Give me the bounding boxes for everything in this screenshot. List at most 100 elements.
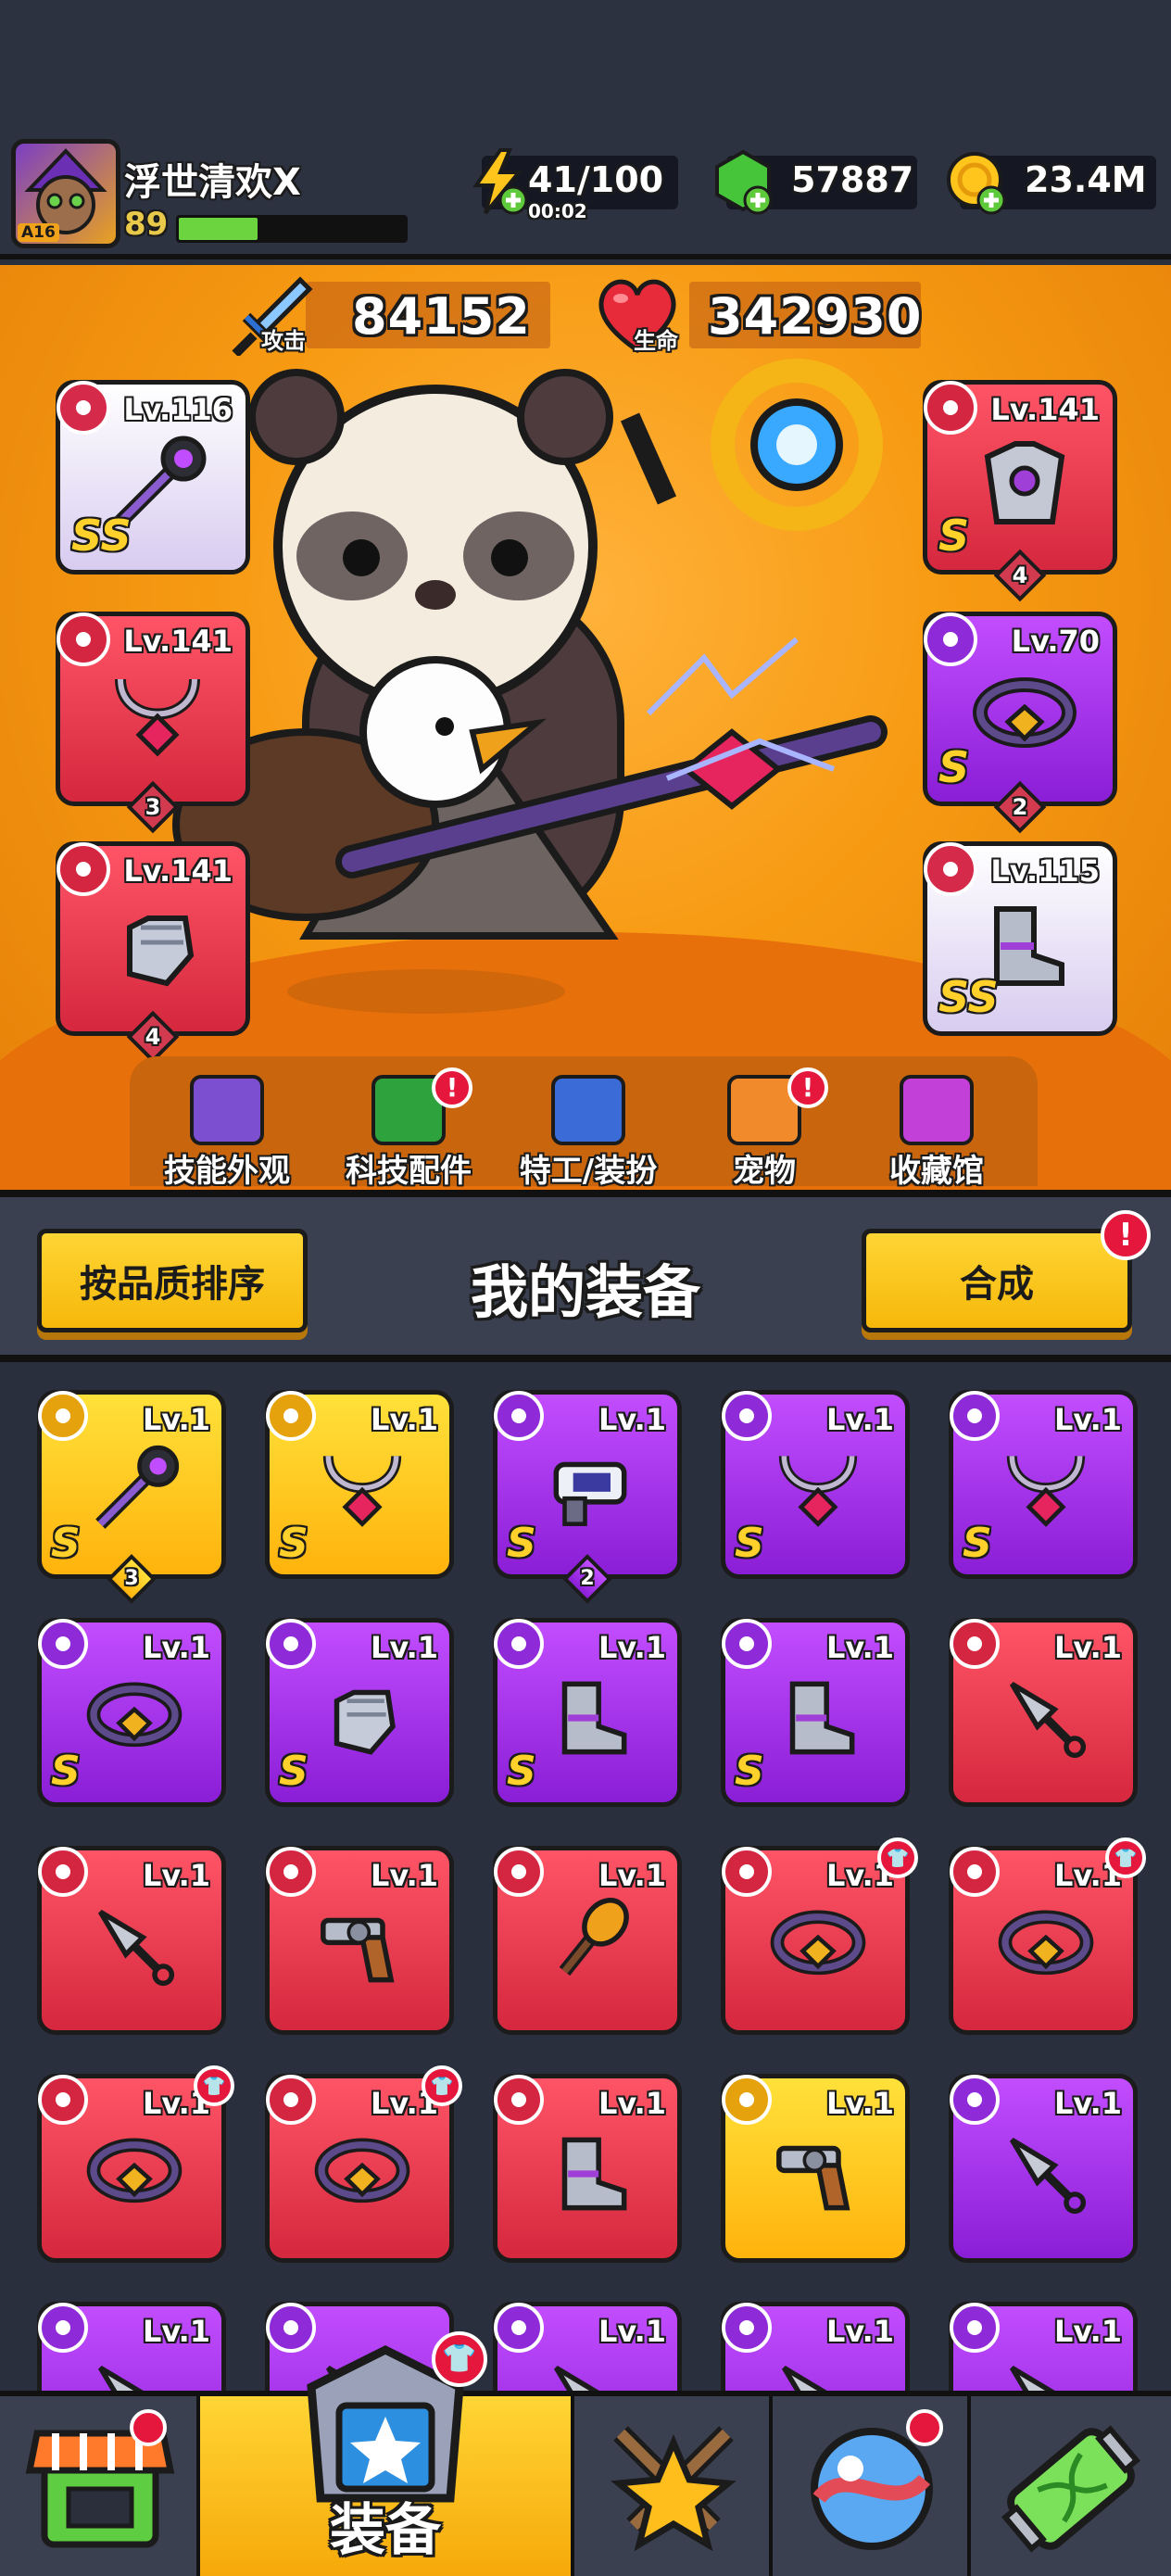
equipped-slot-necklace[interactable]: Lv.141 3 — [56, 612, 250, 834]
gold-coin-icon — [947, 152, 1006, 215]
slot-type-icon — [511, 1636, 526, 1651]
inventory-item[interactable]: Lv.1 S — [949, 1390, 1138, 1579]
nav-evolve[interactable] — [971, 2396, 1171, 2576]
inventory-item[interactable]: Lv.1 👕 — [265, 2065, 462, 2263]
slot-type-icon — [56, 1636, 70, 1651]
inventory-item[interactable]: Lv.1 — [37, 2302, 226, 2391]
gold-counter[interactable]: 23.4M — [947, 152, 1156, 215]
slot-type-icon — [943, 632, 958, 647]
belt-icon — [86, 2138, 183, 2203]
avatar-tag: A16 — [18, 223, 59, 242]
inventory-item[interactable]: Lv.1 👕 — [949, 1837, 1146, 2035]
slot-type-badge — [57, 842, 110, 896]
slot-type-icon — [511, 2092, 526, 2107]
item-level: Lv.1 — [825, 2086, 894, 2121]
item-grade: S — [735, 1748, 764, 1795]
submenu-item-4[interactable]: 收藏馆 — [849, 1075, 1025, 1190]
item-type-badge — [494, 1847, 544, 1897]
nav-world[interactable] — [773, 2396, 971, 2576]
collection-icon — [900, 1075, 974, 1145]
lightning-icon — [472, 148, 528, 215]
inventory-item[interactable]: Lv.1 — [265, 1846, 454, 2035]
item-type-badge — [722, 2303, 772, 2353]
item-type-badge — [950, 2075, 1000, 2125]
item-picture — [307, 1439, 418, 1541]
slot-type-icon — [967, 1636, 982, 1651]
glove-icon — [127, 915, 195, 987]
nav-battle[interactable] — [574, 2396, 773, 2576]
submenu-item-2[interactable]: 特工/装扮 — [500, 1075, 676, 1190]
equipment-header: 按品质排序 我的装备 合成 ! — [0, 1190, 1171, 1362]
equipped-slot-belt[interactable]: Lv.70 S 2 — [923, 612, 1117, 834]
inventory-item[interactable]: Lv.1 — [949, 1618, 1138, 1807]
inventory-item[interactable]: Lv.1 👕 — [721, 1837, 918, 2035]
item-type-badge — [38, 1619, 88, 1669]
revolver-icon — [321, 1917, 395, 1983]
item-level: Lv.1 — [598, 1402, 666, 1437]
energy-counter[interactable]: 41/100 00:02 — [472, 148, 678, 222]
inventory-item[interactable]: Lv.1 S — [265, 1390, 454, 1579]
gold-value: 23.4M — [1025, 159, 1147, 200]
slot-type-badge — [924, 381, 977, 435]
necklace-icon — [778, 1455, 858, 1527]
item-picture — [990, 1439, 1102, 1541]
inventory-item[interactable]: Lv.1 S 2 — [493, 1390, 682, 1604]
avatar[interactable]: A16 — [11, 139, 120, 248]
nav-equipment[interactable]: 👕 装备 — [200, 2331, 574, 2576]
wand-icon — [95, 1445, 180, 1529]
submenu-item-1[interactable]: 科技配件! — [321, 1067, 497, 1190]
player-level: 89 — [124, 206, 169, 243]
slot-level: Lv.70 — [1011, 624, 1100, 659]
slot-type-icon — [739, 2092, 754, 2107]
item-type-badge — [722, 1391, 772, 1441]
equipped-slot-gloves[interactable]: Lv.141 4 — [56, 841, 250, 1064]
gem-counter[interactable]: 57887 — [715, 149, 917, 215]
gem-value: 57887 — [791, 159, 914, 200]
nav-shop[interactable] — [0, 2396, 200, 2576]
inventory-item[interactable]: Lv.1 — [721, 2302, 910, 2391]
slot-type-icon — [511, 2320, 526, 2335]
item-picture — [307, 1667, 418, 1769]
equipped-slot-armor[interactable]: Lv.141 S 4 — [923, 380, 1117, 602]
inventory-item[interactable]: Lv.1 — [949, 2302, 1138, 2391]
merge-button[interactable]: 合成 — [862, 1229, 1132, 1332]
inventory-item[interactable]: Lv.1 — [721, 2074, 910, 2263]
item-picture — [535, 1667, 646, 1769]
slot-type-icon — [56, 2092, 70, 2107]
item-star-badge: 2 — [562, 1554, 612, 1604]
slot-type-icon — [739, 2320, 754, 2335]
slot-type-icon — [56, 1408, 70, 1423]
item-grade: S — [963, 1520, 992, 1567]
inventory-item[interactable]: Lv.1 — [493, 2302, 682, 2391]
equipped-slot-weapon[interactable]: Lv.116 SS — [56, 380, 250, 575]
item-picture — [535, 1439, 646, 1541]
agent-icon — [551, 1075, 625, 1145]
kunai-icon — [97, 2365, 144, 2391]
inventory-item[interactable]: Lv.1 — [493, 2074, 682, 2263]
inventory-item[interactable]: Lv.1 — [949, 2074, 1138, 2263]
inventory-item[interactable]: Lv.1 S — [721, 1618, 910, 1807]
submenu-item-0[interactable]: 技能外观 — [139, 1075, 315, 1190]
inventory-item[interactable]: Lv.1 — [493, 1846, 682, 2035]
necklace-icon — [115, 678, 200, 757]
slot-grade: SS — [71, 511, 132, 561]
attack-value: 84152 — [352, 287, 531, 346]
item-level: Lv.1 — [825, 1402, 894, 1437]
item-level: Lv.1 — [1053, 1630, 1122, 1665]
player-name: 浮世清欢X — [124, 161, 301, 204]
submenu-item-3[interactable]: 宠物! — [676, 1067, 852, 1190]
inventory-item[interactable]: Lv.1 S — [265, 1618, 454, 1807]
inventory-item[interactable]: Lv.1 👕 — [37, 2065, 234, 2263]
item-type-badge — [722, 2075, 772, 2125]
armor-tag-icon: 👕 — [1105, 1837, 1146, 1878]
item-level: Lv.1 — [370, 1858, 438, 1893]
inventory-item[interactable]: Lv.1 S — [493, 1618, 682, 1807]
inventory-item[interactable]: Lv.1 S 3 — [37, 1390, 226, 1604]
equipped-slot-boots[interactable]: Lv.115 SS — [923, 841, 1117, 1036]
inventory-item[interactable]: Lv.1 S — [721, 1390, 910, 1579]
item-stars: 3 — [124, 1567, 139, 1590]
inventory-item[interactable]: Lv.1 S — [37, 1618, 226, 1807]
inventory-item[interactable]: Lv.1 — [37, 1846, 226, 2035]
glove-icon — [334, 1689, 396, 1755]
item-picture — [79, 1667, 190, 1769]
